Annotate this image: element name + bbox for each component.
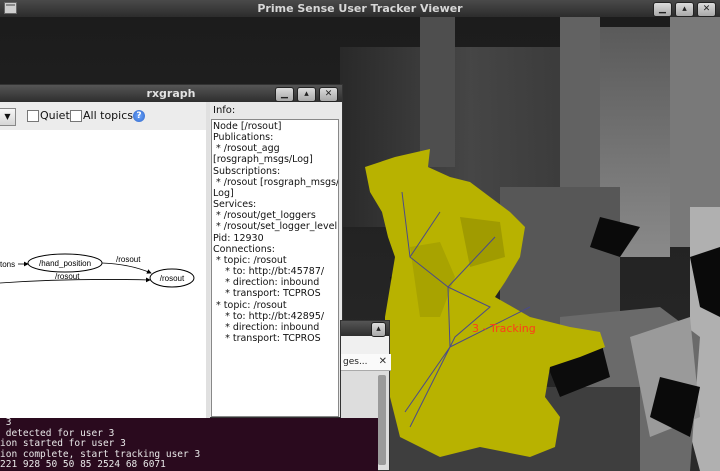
rxgraph-window-buttons: ▁ ▴ ✕ xyxy=(275,87,338,102)
pane-splitter[interactable] xyxy=(206,102,210,418)
info-textbox[interactable]: Node [/rosout] Publications: * /rosout_ag… xyxy=(211,119,339,417)
tracking-label: 3 - Tracking xyxy=(472,322,536,335)
rxgraph-title-bar[interactable]: rxgraph ▁ ▴ ✕ xyxy=(0,85,342,102)
graph-canvas[interactable]: tons /hand_position /rosout /rosout /ros… xyxy=(0,130,206,418)
info-line: * to: http://bt:45787/ xyxy=(213,266,325,278)
rxgraph-toolbar: ▼ Quiet All topics ? xyxy=(0,102,206,131)
rxgraph-window: rxgraph ▁ ▴ ✕ ▼ Quiet All topics ? tons … xyxy=(0,84,343,418)
graph-cut-label: tons xyxy=(0,260,15,269)
minimize-button[interactable]: ▁ xyxy=(653,2,672,17)
info-label: Info: xyxy=(213,105,236,116)
info-line: * /rosout/get_loggers xyxy=(213,210,316,222)
info-line: * /rosout [rosgraph_msgs/ xyxy=(213,176,339,188)
close-button[interactable]: ✕ xyxy=(697,2,716,17)
terminal-line: 3 xyxy=(0,418,12,428)
info-line: Subscriptions: xyxy=(213,165,281,177)
viewer-title: Prime Sense User Tracker Viewer xyxy=(257,2,463,15)
edge-label-1: /rosout xyxy=(116,255,141,264)
edge-hand-to-rosout[interactable] xyxy=(101,262,152,274)
tab-close-icon[interactable]: ✕ xyxy=(379,354,387,370)
terminal-line: 221 928 50 50 85 2524 68 6071 xyxy=(0,459,166,471)
info-line: * /rosout_agg xyxy=(213,143,280,155)
viewer-window-buttons: ▁ ▴ ✕ xyxy=(653,2,716,17)
background-window-tab[interactable]: ges... ✕ xyxy=(341,354,391,371)
info-line: * transport: TCPROS xyxy=(213,288,321,300)
info-line: Node [/rosout] xyxy=(213,121,282,132)
node-rosout-label: /rosout xyxy=(160,274,185,283)
node-hand-position-label: /hand_position xyxy=(39,259,91,268)
viewer-title-bar[interactable]: Prime Sense User Tracker Viewer ▁ ▴ ✕ xyxy=(0,0,720,18)
info-line: * to: http://bt:42895/ xyxy=(213,310,325,322)
info-line: [rosgraph_msgs/Log] xyxy=(213,154,313,166)
info-line: Publications: xyxy=(213,132,274,144)
background-window-title-bar[interactable]: ▴ xyxy=(341,321,389,337)
scrollbar[interactable] xyxy=(378,375,386,465)
rxgraph-close-button[interactable]: ✕ xyxy=(319,87,338,102)
info-line: * topic: /rosout xyxy=(213,254,287,266)
terminal-output[interactable]: 3 detected for user 3 ion started for use… xyxy=(0,418,378,471)
all-topics-label: All topics xyxy=(83,109,133,122)
info-line: * direction: inbound xyxy=(213,321,320,333)
background-window-tab-label: ges... xyxy=(343,357,368,367)
all-topics-checkbox[interactable] xyxy=(70,110,82,122)
maximize-button[interactable]: ▴ xyxy=(675,2,694,17)
info-line: Log] xyxy=(213,187,234,199)
edge-label-2: /rosout xyxy=(55,272,80,281)
info-line: Services: xyxy=(213,199,257,211)
info-line: * topic: /rosout xyxy=(213,299,287,311)
info-line: Connections: xyxy=(213,243,275,255)
node-dropdown-arrow-icon[interactable]: ▼ xyxy=(0,108,16,126)
info-line: * transport: TCPROS xyxy=(213,332,321,344)
info-line: * /rosout/set_logger_level xyxy=(213,221,338,233)
help-icon[interactable]: ? xyxy=(133,110,145,122)
rxgraph-maximize-button[interactable]: ▴ xyxy=(297,87,316,102)
background-window-maximize-button[interactable]: ▴ xyxy=(371,322,386,337)
quiet-label: Quiet xyxy=(40,109,70,122)
info-line: Pid: 12930 xyxy=(213,232,264,244)
quiet-checkbox[interactable] xyxy=(27,110,39,122)
info-line: * direction: inbound xyxy=(213,277,320,289)
rxgraph-minimize-button[interactable]: ▁ xyxy=(275,87,294,102)
